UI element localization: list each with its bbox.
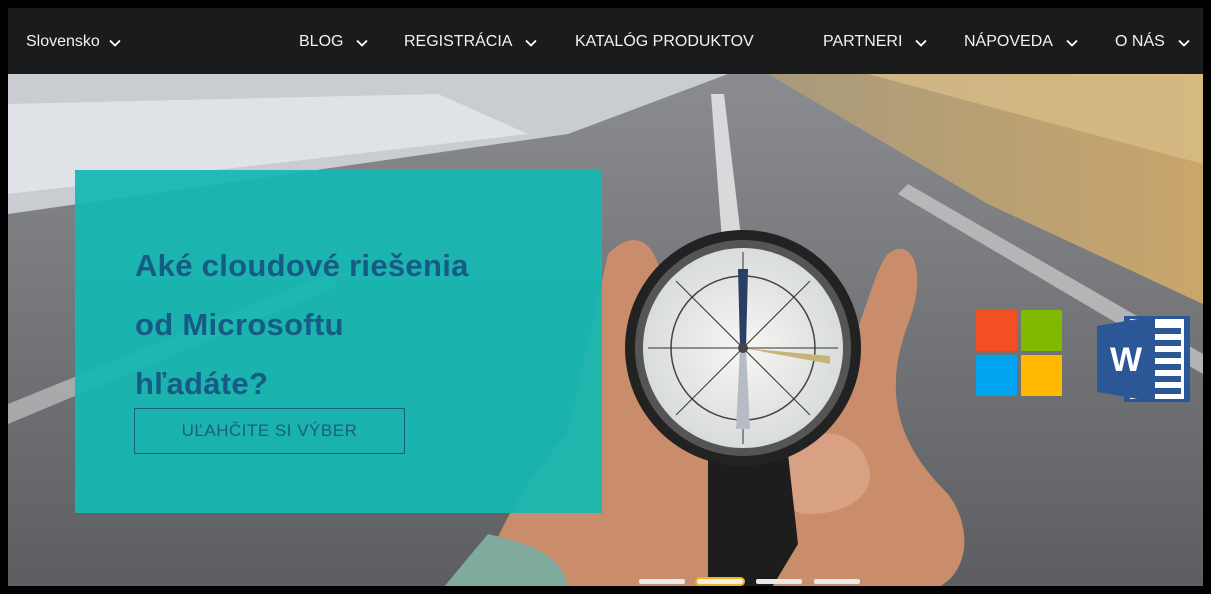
- carousel-dot-3[interactable]: [756, 579, 802, 584]
- chevron-down-icon: [108, 34, 124, 50]
- carousel-dot-4[interactable]: [814, 579, 860, 584]
- word-logo-icon: W: [1097, 316, 1190, 402]
- hero-carousel: Aké cloudové riešenia od Microsoftu hľad…: [8, 74, 1203, 586]
- chevron-down-icon: [1065, 34, 1081, 50]
- browser-viewport: Slovensko BLOG REGISTRÁCIA KATALÓG PRODU…: [0, 0, 1211, 594]
- nav-item-napoveda[interactable]: NÁPOVEDA: [964, 32, 1081, 52]
- nav-item-katalog-produktov[interactable]: KATALÓG PRODUKTOV: [575, 32, 754, 52]
- promo-title-line: Aké cloudové riešenia: [135, 248, 469, 283]
- promo-title-line: od Microsoftu: [135, 307, 344, 342]
- chevron-down-icon: [355, 34, 371, 50]
- country-selector[interactable]: Slovensko: [26, 32, 124, 52]
- microsoft-logo-icon: [976, 310, 1062, 396]
- promo-title-line: hľadáte?: [135, 366, 269, 401]
- nav-item-registracia[interactable]: REGISTRÁCIA: [404, 32, 540, 52]
- nav-item-label: O NÁS: [1115, 33, 1165, 50]
- nav-item-partneri[interactable]: PARTNERI: [823, 32, 930, 52]
- chevron-down-icon: [914, 34, 930, 50]
- country-label: Slovensko: [26, 33, 100, 50]
- nav-item-label: KATALÓG PRODUKTOV: [575, 33, 754, 50]
- nav-item-label: REGISTRÁCIA: [404, 33, 513, 50]
- promo-title: Aké cloudové riešenia od Microsoftu hľad…: [135, 236, 555, 413]
- chevron-down-icon: [1177, 34, 1193, 50]
- word-logo-letter: W: [1110, 341, 1143, 379]
- nav-item-o-nas[interactable]: O NÁS: [1115, 32, 1193, 52]
- promo-panel: Aké cloudové riešenia od Microsoftu hľad…: [75, 170, 602, 513]
- top-navigation: Slovensko BLOG REGISTRÁCIA KATALÓG PRODU…: [8, 8, 1203, 74]
- nav-item-label: NÁPOVEDA: [964, 33, 1053, 50]
- carousel-dot-2[interactable]: [695, 577, 745, 586]
- nav-item-label: BLOG: [299, 33, 344, 50]
- carousel-dot-1[interactable]: [639, 579, 685, 584]
- choose-solution-button[interactable]: UĽAHČITE SI VÝBER: [134, 408, 405, 454]
- nav-item-blog[interactable]: BLOG: [299, 32, 371, 52]
- chevron-down-icon: [524, 34, 540, 50]
- nav-item-label: PARTNERI: [823, 33, 903, 50]
